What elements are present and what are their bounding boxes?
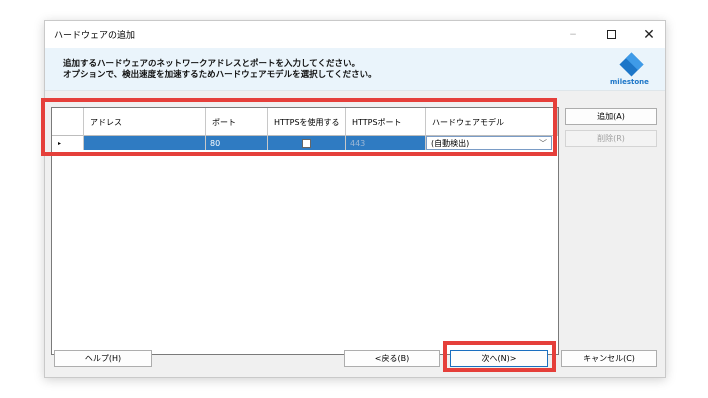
minimize-icon: −	[569, 29, 577, 40]
instruction-header: 追加するハードウェアのネットワークアドレスとポートを入力してください。 オプショ…	[45, 48, 665, 91]
cancel-button[interactable]: キャンセル(C)	[561, 350, 657, 367]
next-button-highlight-frame	[443, 341, 556, 372]
milestone-logo: milestone	[608, 52, 658, 88]
grid-highlight-frame	[41, 98, 557, 156]
close-icon: ✕	[643, 26, 655, 43]
instruction-text-2: オプションで、検出速度を加速するためハードウェアモデルを選択してください。	[63, 70, 377, 80]
back-button[interactable]: <戻る(B)	[344, 350, 440, 367]
remove-button[interactable]: 削除(R)	[565, 130, 657, 147]
add-button[interactable]: 追加(A)	[565, 108, 657, 125]
help-button[interactable]: ヘルプ(H)	[54, 350, 152, 367]
maximize-button[interactable]	[593, 21, 629, 48]
minimize-button[interactable]: −	[555, 21, 591, 48]
logo-text: milestone	[610, 78, 649, 86]
title-bar: ハードウェアの追加 − ✕	[45, 21, 665, 48]
window-title: ハードウェアの追加	[54, 31, 136, 41]
maximize-icon	[606, 30, 616, 39]
add-hardware-dialog: ハードウェアの追加 − ✕ 追加するハードウェアのネットワークアドレスとポートを…	[44, 20, 666, 378]
close-button[interactable]: ✕	[631, 21, 667, 48]
milestone-diamond-icon	[619, 52, 644, 77]
